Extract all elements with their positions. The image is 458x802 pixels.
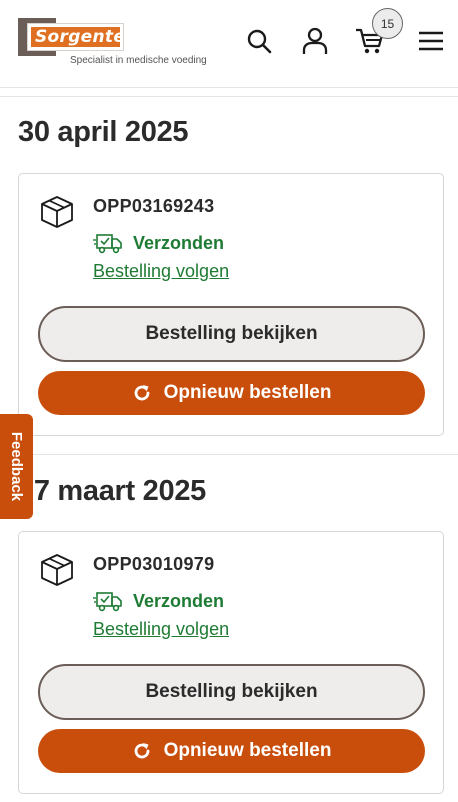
site-header: Sorgente Specialist in medische voeding … (0, 0, 458, 88)
order-card: OPP03169243 Verzonden Bestelling volgen … (18, 173, 444, 436)
track-order-link[interactable]: Bestelling volgen (93, 261, 229, 282)
search-button[interactable] (244, 26, 274, 56)
reorder-button[interactable]: Opnieuw bestellen (38, 729, 425, 773)
account-button[interactable] (300, 26, 330, 56)
view-order-button[interactable]: Bestelling bekijken (38, 664, 425, 720)
package-icon (41, 554, 73, 586)
refresh-icon (134, 385, 149, 401)
reorder-button[interactable]: Opnieuw bestellen (38, 371, 425, 415)
order-date-heading: 30 april 2025 (18, 116, 189, 148)
refresh-icon (134, 743, 149, 759)
shipping-status: Verzonden (93, 590, 224, 612)
divider (0, 454, 458, 455)
user-icon (302, 27, 328, 54)
reorder-label: Opnieuw bestellen (163, 382, 332, 403)
delivery-truck-icon (93, 592, 122, 612)
menu-button[interactable] (416, 26, 446, 56)
order-number: OPP03169243 (93, 196, 215, 216)
track-order-link[interactable]: Bestelling volgen (93, 619, 229, 640)
logo-wordmark: Sorgente (35, 27, 126, 47)
order-card: OPP03010979 Verzonden Bestelling volgen … (18, 531, 444, 794)
divider (0, 96, 458, 97)
order-number: OPP03010979 (93, 554, 215, 574)
view-order-button[interactable]: Bestelling bekijken (38, 306, 425, 362)
cart-count-badge: 15 (372, 8, 403, 39)
feedback-tab[interactable]: Feedback (0, 414, 33, 519)
logo-wordmark-box: Sorgente (27, 23, 126, 51)
sorgente-logo[interactable]: Sorgente Specialist in medische voeding (18, 18, 218, 68)
order-date-heading: 27 maart 2025 (18, 475, 206, 507)
feedback-label: Feedback (8, 431, 26, 502)
status-label: Verzonden (133, 232, 225, 253)
logo-tagline: Specialist in medische voeding (70, 55, 207, 66)
shipping-status: Verzonden (93, 232, 224, 254)
search-icon (247, 29, 272, 54)
status-label: Verzonden (133, 590, 225, 611)
menu-icon (419, 31, 443, 51)
delivery-truck-icon (93, 234, 122, 254)
package-icon (41, 196, 73, 228)
reorder-label: Opnieuw bestellen (163, 740, 332, 761)
